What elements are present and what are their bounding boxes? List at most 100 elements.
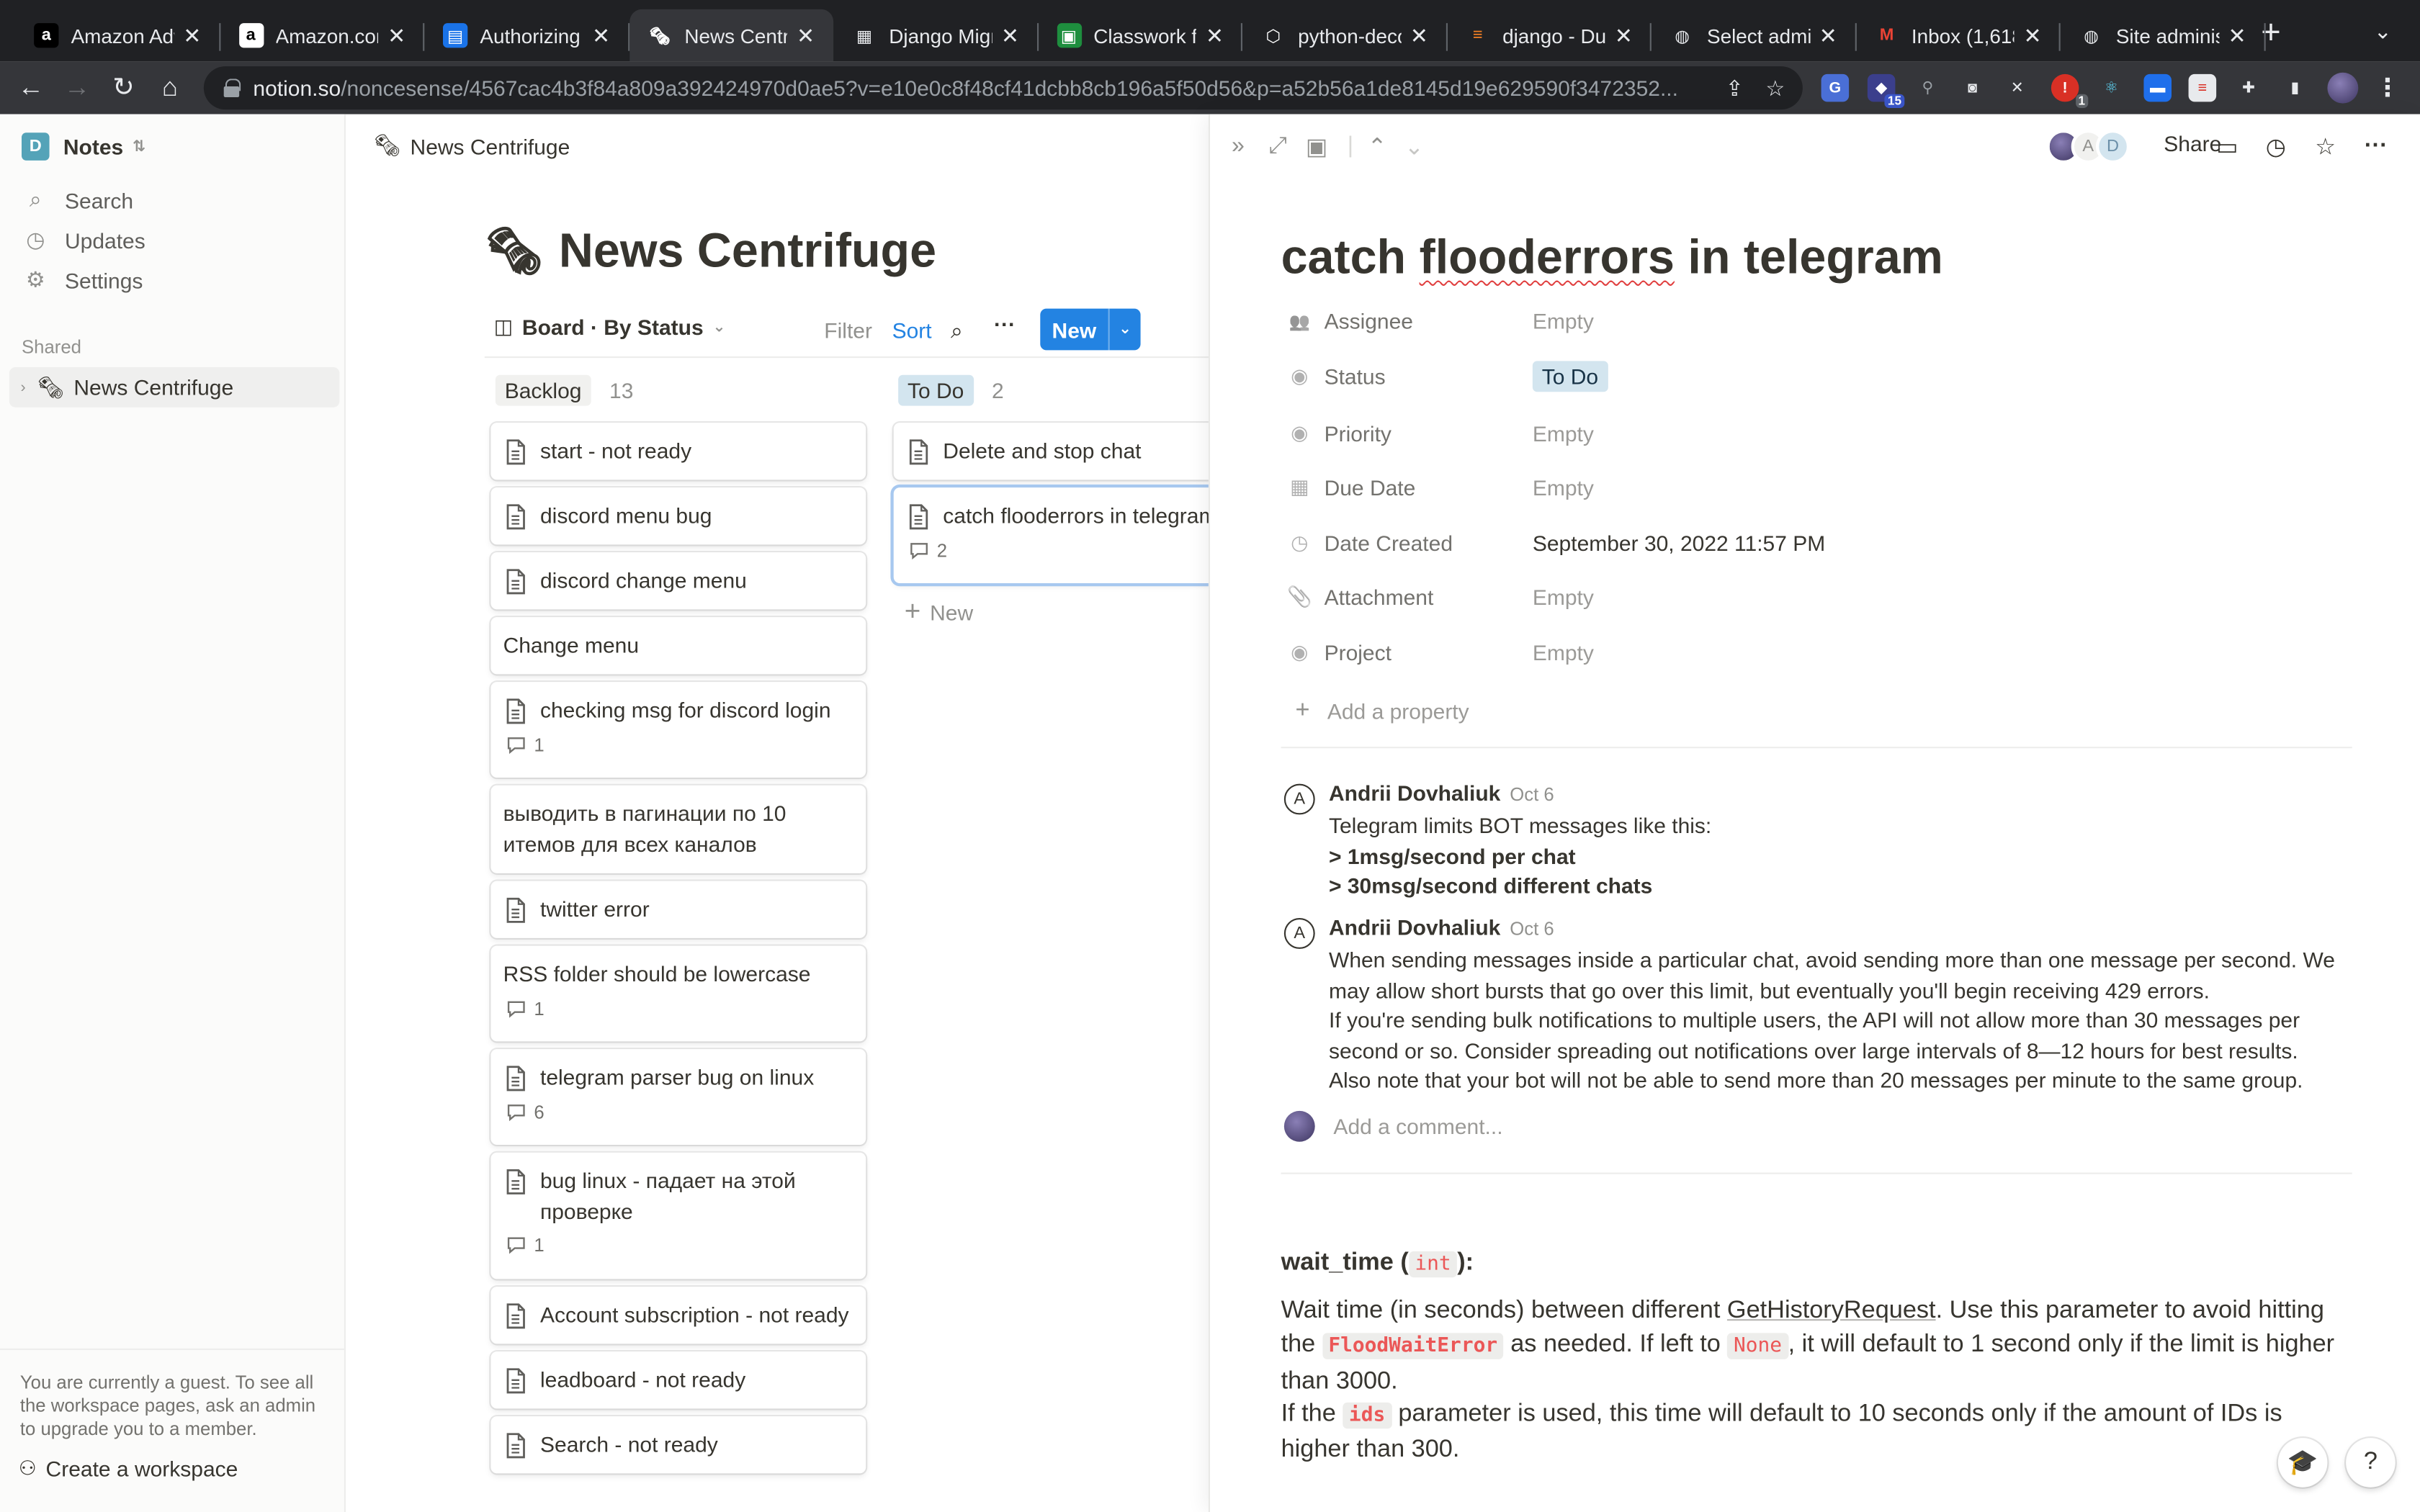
- peek-mode-icon[interactable]: ▣: [1306, 132, 1327, 160]
- close-tab-icon[interactable]: ✕: [2020, 22, 2045, 48]
- location-pin-icon[interactable]: ⚲: [1914, 74, 1942, 102]
- close-tab-icon[interactable]: ✕: [1611, 22, 1636, 48]
- blue-extension-icon[interactable]: ▬: [2143, 73, 2172, 102]
- sort-button[interactable]: Sort: [892, 318, 932, 342]
- home-icon[interactable]: ⌂: [154, 73, 185, 104]
- browser-tab[interactable]: a Amazon.com✕: [220, 9, 424, 62]
- close-tab-icon[interactable]: ✕: [180, 22, 205, 48]
- board-card[interactable]: выводить в пагинации по 10 итемов для вс…: [490, 785, 866, 873]
- new-button[interactable]: New ⌄: [1040, 308, 1141, 351]
- sidebar-item-updates[interactable]: ◷ Updates: [22, 227, 145, 253]
- board-card[interactable]: RSS folder should be lowercase 1: [490, 945, 866, 1042]
- board-card[interactable]: Account subscription - not ready: [490, 1287, 866, 1344]
- add-comment-input[interactable]: Add a comment...: [1283, 1110, 1503, 1142]
- browser-menu-icon[interactable]: ⋮: [2374, 74, 2402, 102]
- property-value[interactable]: Empty: [1533, 640, 1594, 665]
- back-icon[interactable]: ←: [15, 73, 46, 104]
- browser-tab[interactable]: ▦ Django Migra✕: [833, 9, 1038, 62]
- browser-tab[interactable]: M Inbox (1,618)✕: [1856, 9, 2061, 62]
- camera-icon[interactable]: ◙: [1958, 74, 1986, 102]
- graduation-cap-icon[interactable]: 🎓: [2277, 1438, 2328, 1488]
- board-card[interactable]: bug linux - падает на этой проверке 1: [490, 1152, 866, 1279]
- browser-tab[interactable]: ◍ Site administ✕: [2061, 9, 2265, 62]
- board-card[interactable]: discord menu bug: [490, 487, 866, 545]
- collaborator-avatars[interactable]: A D: [2046, 130, 2130, 164]
- puzzle-extensions-icon[interactable]: ✚: [2235, 74, 2263, 102]
- property-row[interactable]: ◉ Project Empty: [1287, 640, 1594, 665]
- add-property-button[interactable]: + Add a property: [1290, 698, 1469, 724]
- browser-tab[interactable]: a Amazon Adve✕: [15, 9, 220, 62]
- property-row[interactable]: ◉ Priority Empty: [1287, 421, 1594, 446]
- property-row[interactable]: 📎 Attachment Empty: [1287, 585, 1594, 609]
- workspace-switcher[interactable]: D Notes ⇅: [22, 132, 145, 161]
- close-tab-icon[interactable]: ✕: [1202, 22, 1227, 48]
- add-new-card-button[interactable]: + New: [905, 595, 973, 628]
- bookmark-star-icon[interactable]: ☆: [1765, 76, 1785, 102]
- property-value[interactable]: Empty: [1533, 475, 1594, 500]
- peek-page-title[interactable]: catch flooderrors in telegram: [1281, 230, 1943, 285]
- side-panel-icon[interactable]: ▮: [2281, 74, 2309, 102]
- chevron-down-icon[interactable]: ⌄: [1108, 308, 1141, 351]
- previous-page-icon[interactable]: ⌃: [1368, 132, 1387, 160]
- more-options-icon[interactable]: ···: [994, 312, 1016, 336]
- tab-search-chevron-icon[interactable]: ⌄: [2374, 19, 2392, 45]
- property-value[interactable]: Empty: [1533, 585, 1594, 609]
- reload-icon[interactable]: ↻: [108, 73, 139, 104]
- close-peek-icon[interactable]: »: [1232, 132, 1245, 158]
- property-value[interactable]: To Do: [1532, 361, 1608, 392]
- view-selector[interactable]: ◫ Board · By Status ⌄: [494, 315, 726, 339]
- close-tab-icon[interactable]: ✕: [2225, 22, 2249, 48]
- share-page-icon[interactable]: ⇪: [1726, 76, 1744, 102]
- board-card[interactable]: leadboard - not ready: [490, 1351, 866, 1409]
- create-workspace-button[interactable]: ⚇ Create a workspace: [19, 1457, 238, 1481]
- x-extension-icon[interactable]: ✕: [2003, 74, 2031, 102]
- sidebar-item-search[interactable]: ⌕ Search: [22, 186, 133, 212]
- close-tab-icon[interactable]: ✕: [1407, 22, 1431, 48]
- close-tab-icon[interactable]: ✕: [793, 22, 817, 48]
- property-value[interactable]: Empty: [1533, 421, 1594, 446]
- translate-extension-icon[interactable]: G: [1821, 73, 1850, 102]
- close-tab-icon[interactable]: ✕: [385, 22, 409, 48]
- browser-tab[interactable]: ≡ django - Dupl✕: [1447, 9, 1652, 62]
- alert-extension-icon[interactable]: ! 1: [2051, 73, 2089, 108]
- favorite-star-icon[interactable]: ☆: [2315, 132, 2336, 160]
- column-header[interactable]: To Do 2: [898, 374, 1004, 406]
- board-card[interactable]: catch flooderrors in telegram 2: [893, 487, 1218, 583]
- property-value[interactable]: September 30, 2022 11:57 PM: [1533, 531, 1825, 555]
- history-icon[interactable]: ◷: [2266, 132, 2286, 160]
- browser-tab[interactable]: ⬡ python-deco ✕: [1242, 9, 1447, 62]
- sidebar-item-settings[interactable]: ⚙ Settings: [22, 267, 143, 293]
- board-card[interactable]: Search - not ready: [490, 1416, 866, 1474]
- chevron-right-icon[interactable]: ›: [9, 379, 37, 396]
- breadcrumb[interactable]: 🗞 News Centrifuge: [374, 132, 570, 158]
- property-row[interactable]: 👥 Assignee Empty: [1287, 309, 1594, 333]
- filter-button[interactable]: Filter: [824, 318, 872, 342]
- browser-tab[interactable]: ◍ Select admin✕: [1652, 9, 1856, 62]
- comments-icon[interactable]: ▭: [2216, 132, 2238, 160]
- property-row[interactable]: ▦ Due Date Empty: [1287, 475, 1594, 500]
- property-row[interactable]: ◷ Date Created September 30, 2022 11:57 PM: [1287, 531, 1825, 555]
- board-card[interactable]: checking msg for discord login 1: [490, 682, 866, 778]
- doc-link[interactable]: GetHistoryRequest: [1727, 1297, 1936, 1323]
- address-bar[interactable]: notion.so/noncesense/4567cac4b3f84a809a3…: [203, 66, 1803, 110]
- sidebar-item-news-centrifuge[interactable]: › 🗞 News Centrifuge: [9, 366, 340, 408]
- board-card[interactable]: Delete and stop chat: [893, 423, 1218, 480]
- property-row[interactable]: ◉ Status To Do: [1287, 361, 1608, 392]
- board-card[interactable]: Change menu: [490, 617, 866, 675]
- browser-tab[interactable]: 🗞 News Centrifu ✕: [629, 9, 834, 62]
- expand-icon[interactable]: ⤢: [1268, 132, 1287, 158]
- react-devtools-icon[interactable]: ⚛: [2097, 74, 2125, 102]
- browser-tab[interactable]: ▤ Authorizing S✕: [424, 9, 629, 62]
- help-button[interactable]: ?: [2346, 1438, 2396, 1488]
- browser-tab[interactable]: ▣ Classwork for✕: [1038, 9, 1242, 62]
- profile-avatar[interactable]: [2327, 72, 2359, 104]
- extension-badge-icon[interactable]: ◆ 15: [1867, 73, 1905, 108]
- property-value[interactable]: Empty: [1533, 309, 1594, 333]
- forward-icon[interactable]: →: [62, 73, 93, 104]
- board-card[interactable]: discord change menu: [490, 552, 866, 610]
- close-tab-icon[interactable]: ✕: [589, 22, 614, 48]
- column-header[interactable]: Backlog 13: [495, 374, 633, 406]
- search-icon[interactable]: ⌕: [951, 318, 963, 343]
- board-card[interactable]: telegram parser bug on linux 6: [490, 1049, 866, 1145]
- more-options-icon[interactable]: ···: [2365, 132, 2388, 158]
